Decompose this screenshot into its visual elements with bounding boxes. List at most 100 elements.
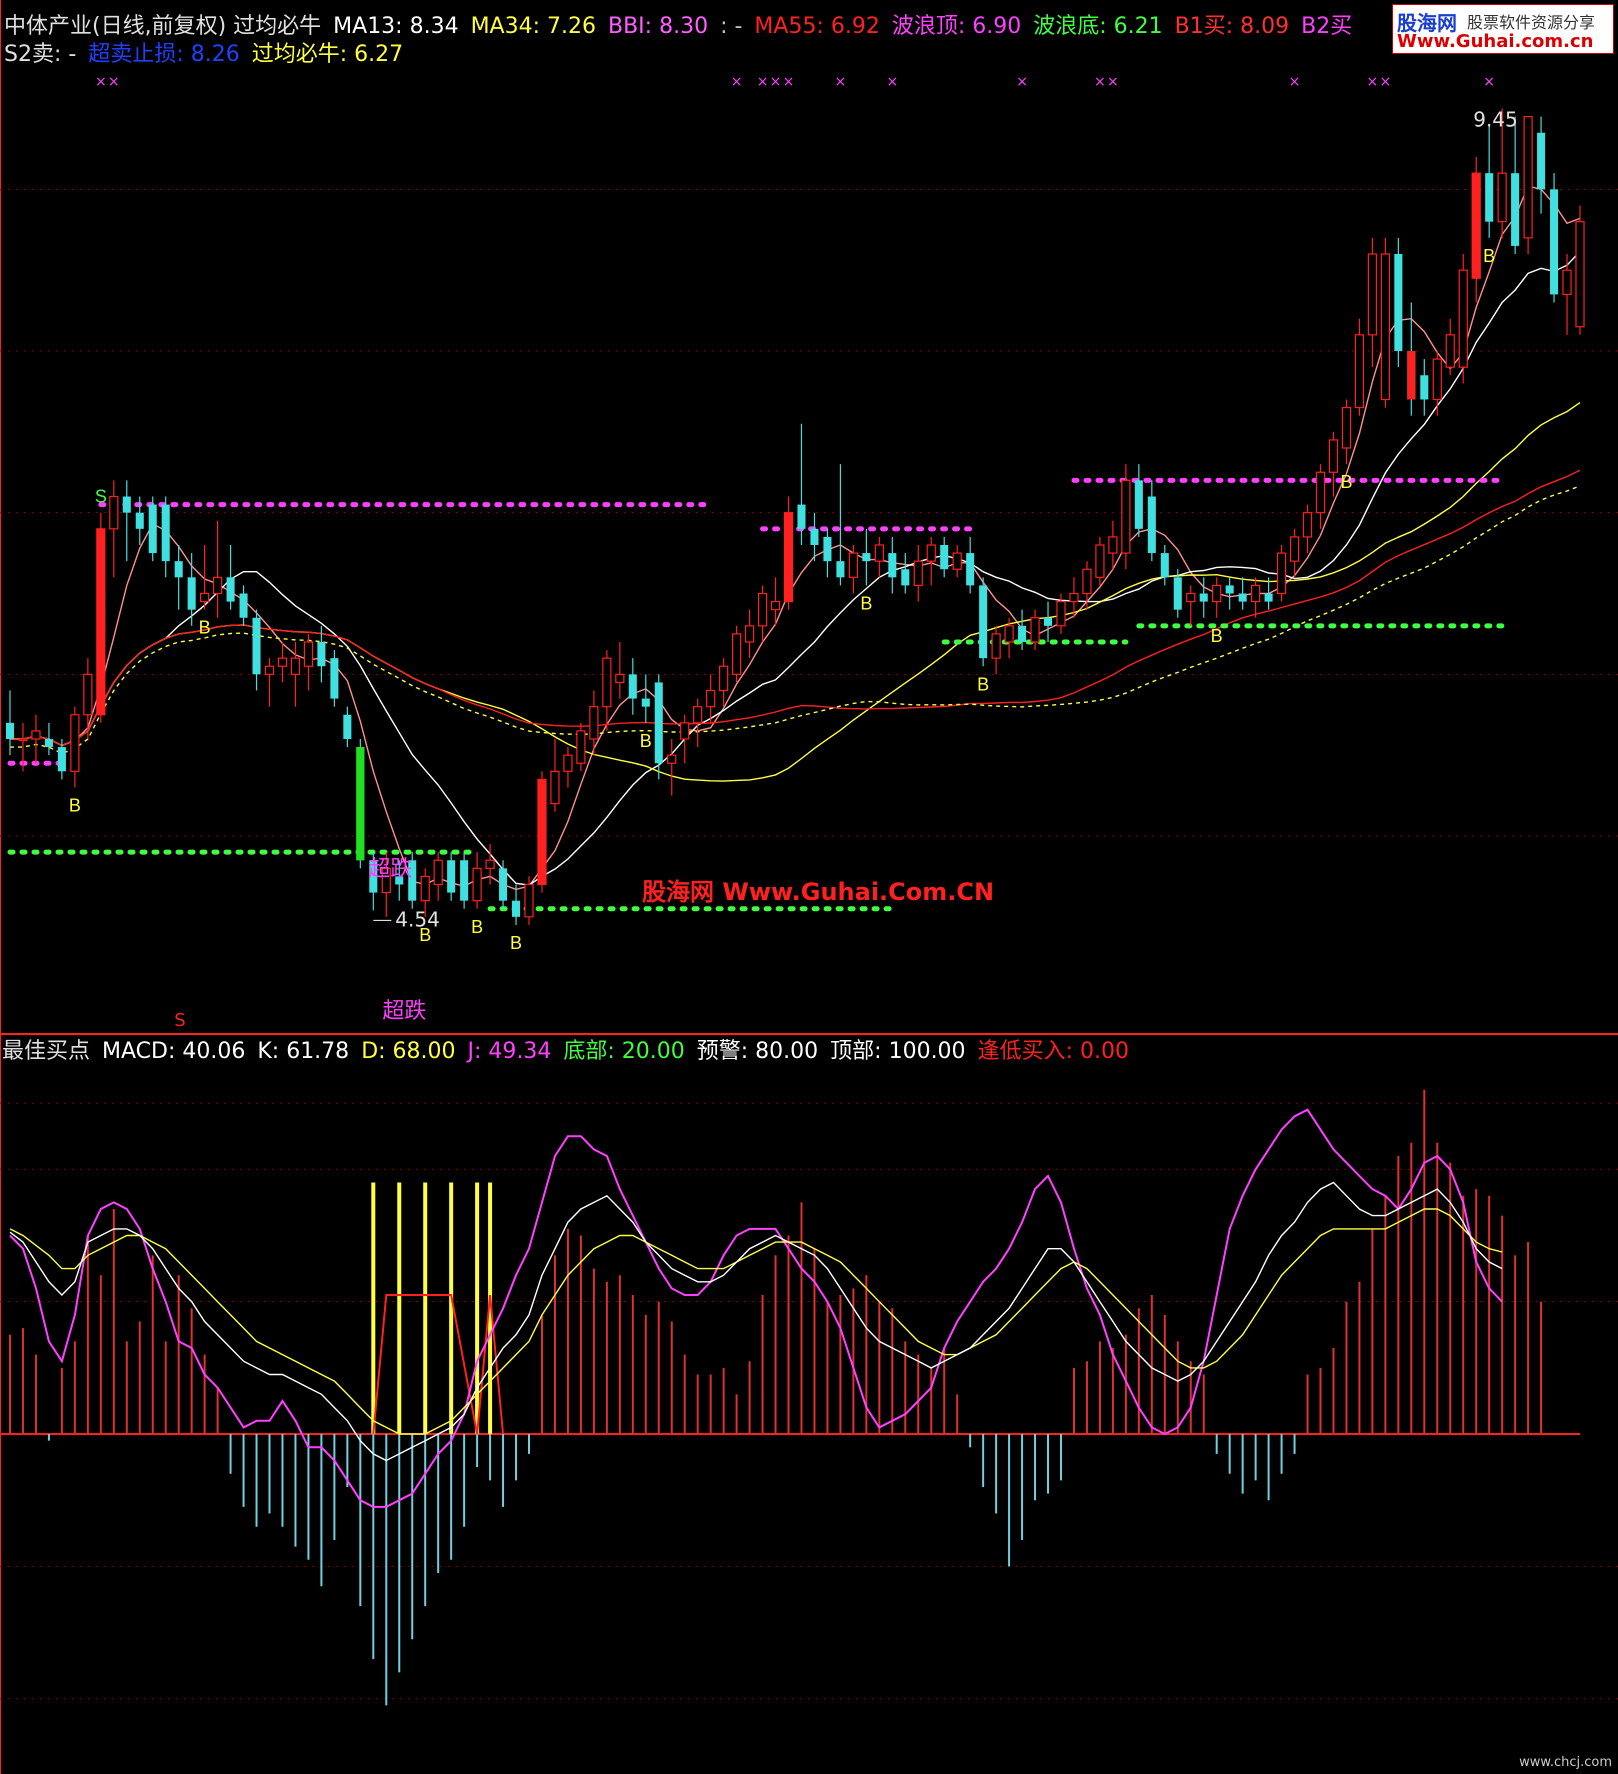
candle-body [1523, 115, 1533, 239]
candle-body [1147, 496, 1156, 554]
candle-body [277, 657, 288, 667]
signal-label: B [1483, 246, 1495, 266]
candle-body [1276, 552, 1287, 595]
candle-body [576, 730, 586, 764]
candle-body [485, 859, 495, 869]
signal-label: B [977, 674, 989, 694]
candle-body [628, 674, 637, 699]
header-bottom-item: 顶部: 100.00 [830, 1039, 966, 1064]
candle-body [797, 504, 806, 529]
candle-body [122, 496, 131, 513]
candle-body [31, 730, 41, 740]
candle-body-solid [784, 512, 793, 602]
candle-body [836, 561, 845, 578]
candle-body [239, 593, 248, 618]
watermark-logo-slogan: 股票软件资源分享 [1467, 13, 1596, 32]
watermark-logo: 股海网 股票软件资源分享 Www.Guhai.com.cn [1392, 4, 1614, 54]
candle-body [940, 545, 949, 570]
header-top-2: S2卖: - 超卖止损: 8.26 过均必牛: 6.27 [4, 42, 415, 68]
candle-body [913, 560, 923, 587]
signal-label: B [640, 731, 652, 751]
signal-label: B [510, 933, 522, 953]
candle-body [148, 504, 157, 554]
candle-body [1238, 593, 1247, 602]
header-bottom-item: MACD: 40.06 [102, 1039, 246, 1064]
header-top-2-item: 超卖止损: 8.26 [88, 42, 240, 67]
candle-body [1302, 512, 1313, 538]
top-x-mark: × [1094, 74, 1106, 90]
candle-body [589, 706, 599, 740]
candle-body [991, 633, 1001, 659]
candle-body [1173, 577, 1182, 610]
header-bottom-item: 预警: 80.00 [696, 1039, 819, 1064]
candle-body [719, 665, 729, 692]
chaodie-label: 超跌 [368, 857, 412, 882]
candle-body [1432, 358, 1442, 401]
candle-body [1082, 568, 1092, 595]
header-top-2-item: S2卖: - [4, 42, 77, 67]
candle-body [252, 617, 261, 675]
candle-body [70, 714, 80, 772]
candle-body [5, 722, 15, 739]
candle-body [706, 689, 716, 708]
top-x-mark: × [886, 74, 898, 90]
top-x-mark: × [1289, 74, 1301, 90]
candle-body [641, 698, 650, 707]
candle-body [952, 552, 962, 570]
candle-body [901, 569, 910, 586]
candle-body [109, 495, 119, 530]
candle-body-solid [96, 528, 105, 715]
signal-label: B [69, 796, 81, 816]
watermark-center: 股海网 Www.Guhai.Com.CN [642, 878, 995, 906]
header-top-item: : - [720, 14, 743, 39]
candle-body [303, 641, 314, 667]
top-x-mark: × [835, 74, 847, 90]
candle-body [1289, 536, 1300, 562]
candle-body [1420, 375, 1429, 400]
signal-label: B [1340, 472, 1352, 492]
candle-body [1095, 544, 1105, 578]
candle-body [810, 528, 819, 545]
header-top-item: 波浪顶: 6.90 [891, 14, 1022, 39]
candle-body [1315, 471, 1326, 514]
candle-body [602, 657, 612, 708]
top-x-mark: × [1380, 74, 1392, 90]
top-x-mark: × [1107, 74, 1119, 90]
candle-body [264, 665, 275, 675]
top-x-mark: × [783, 74, 795, 90]
candle-body [1537, 132, 1546, 190]
header-top-item: B1买: 8.09 [1174, 14, 1290, 39]
top-x-mark: × [1016, 74, 1028, 90]
candle-body [862, 553, 871, 562]
candle-body [1186, 592, 1196, 603]
ma5-line [10, 185, 1581, 891]
candle-body [770, 600, 781, 611]
candle-body [512, 900, 521, 917]
candle-body [1394, 254, 1403, 351]
candle-body [161, 504, 170, 562]
header-bottom-item: 底部: 20.00 [563, 1039, 685, 1064]
candle-body [1018, 625, 1027, 642]
candle-body [1069, 592, 1079, 603]
candle-body [420, 875, 430, 902]
candle-body [460, 860, 469, 901]
candle-body [1497, 172, 1507, 223]
candle-body [187, 577, 196, 610]
candle-body [524, 883, 534, 918]
header-top-item: BBI: 8.30 [608, 14, 709, 39]
signal-label: B [1211, 626, 1223, 646]
candle-body [1134, 480, 1143, 529]
candle-body [83, 673, 93, 716]
candle-body [18, 738, 28, 742]
candle-body [1225, 585, 1234, 594]
candle-body [212, 576, 223, 595]
candle-body [563, 754, 573, 772]
watermark-bottom: www.chcj.com [1519, 1755, 1612, 1770]
candle-body [1367, 253, 1378, 336]
signal-label: B [199, 618, 211, 638]
candle-body [200, 592, 210, 603]
ma34-line [10, 402, 1581, 782]
candle-body [1458, 269, 1468, 368]
candle-body [926, 544, 936, 562]
candle-body [1056, 600, 1066, 627]
